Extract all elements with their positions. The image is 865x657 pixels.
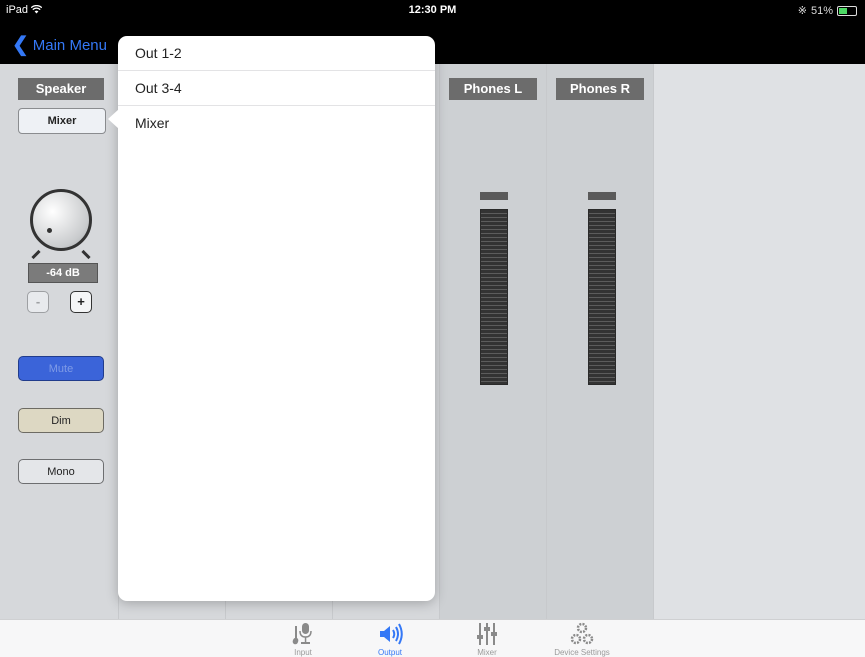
- meter-peak-indicator: [588, 192, 616, 200]
- channel-label: Phones R: [556, 78, 644, 100]
- tab-output[interactable]: Output: [350, 620, 430, 657]
- battery-percent: 51%: [810, 4, 833, 17]
- dim-button[interactable]: Dim: [18, 408, 104, 433]
- popover-item-out-3-4[interactable]: Out 3-4: [118, 71, 435, 106]
- volume-increase-button[interactable]: +: [70, 291, 92, 313]
- speaker-channel-strip: Speaker Mixer -64 dB - + Mute Dim Mono: [0, 64, 119, 619]
- tab-device-settings[interactable]: Device Settings: [542, 620, 622, 657]
- level-meter: [588, 209, 616, 385]
- mute-button[interactable]: Mute: [18, 356, 104, 381]
- tab-input[interactable]: Input: [263, 620, 343, 657]
- status-bar: iPad 12:30 PM ※ 51%: [0, 0, 865, 22]
- chevron-left-icon: ❮: [12, 34, 29, 56]
- microphone-guitar-icon: [292, 623, 312, 645]
- tab-bar: Input Output Mixer Device Settings: [0, 619, 865, 657]
- volume-knob[interactable]: [30, 189, 92, 260]
- output-route-button[interactable]: Mixer: [18, 108, 106, 134]
- back-button-label: Main Menu: [32, 37, 107, 54]
- volume-readout: -64 dB: [28, 263, 98, 283]
- channel-label: Speaker: [18, 78, 104, 100]
- popover-item-mixer[interactable]: Mixer: [118, 106, 435, 141]
- speaker-icon: [380, 623, 403, 645]
- channel-label: Phones L: [449, 78, 537, 100]
- bluetooth-icon: ※: [797, 5, 807, 17]
- volume-decrease-button[interactable]: -: [27, 291, 49, 313]
- faders-icon: [477, 623, 497, 645]
- battery-icon: [837, 5, 857, 16]
- popover-item-out-1-2[interactable]: Out 1-2: [118, 36, 435, 71]
- status-time: 12:30 PM: [408, 4, 457, 16]
- meter-peak-indicator: [480, 192, 508, 200]
- level-meter: [480, 209, 508, 385]
- back-button[interactable]: ❮ Main Menu: [12, 34, 107, 56]
- route-selection-popover: Out 1-2 Out 3-4 Mixer: [108, 36, 435, 601]
- phones-r-channel-strip: Phones R: [547, 64, 654, 619]
- phones-l-channel-strip: Phones L: [440, 64, 547, 619]
- tab-mixer[interactable]: Mixer: [447, 620, 527, 657]
- status-right: ※ 51%: [798, 4, 857, 17]
- gears-icon: [570, 622, 594, 645]
- mono-button[interactable]: Mono: [18, 459, 104, 484]
